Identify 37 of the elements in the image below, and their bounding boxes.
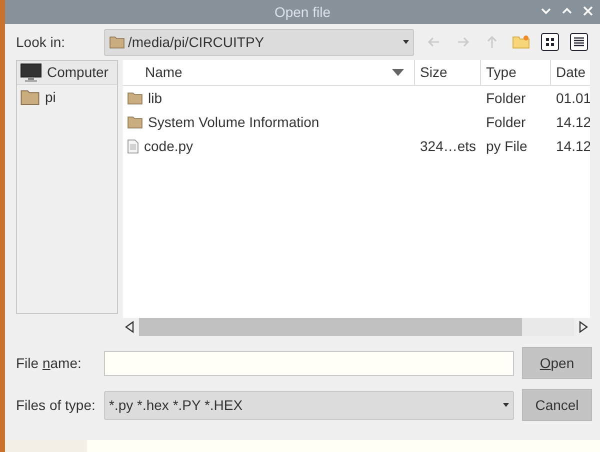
date-cell: 14.12: [556, 138, 590, 154]
cancel-button[interactable]: Cancel: [522, 389, 592, 421]
column-header[interactable]: Date: [550, 60, 590, 85]
folder-icon: [20, 88, 40, 106]
places-item[interactable]: Computer: [17, 61, 117, 85]
column-header[interactable]: Name: [123, 60, 414, 85]
look-in-dropdown[interactable]: /media/pi/CIRCUITPY: [104, 28, 414, 56]
file-name-field[interactable]: [104, 350, 514, 376]
caret-icon: [503, 403, 509, 407]
document-icon: [127, 138, 139, 154]
folder-icon: [127, 91, 143, 105]
column-header[interactable]: Type: [480, 60, 550, 85]
close-icon[interactable]: [582, 5, 594, 17]
files-of-type-label: Files of type:: [16, 396, 96, 415]
date-cell: 14.12: [556, 114, 590, 130]
file-name-label: File name:: [16, 354, 82, 372]
date-cell: 01.01: [556, 90, 590, 106]
list-view-icon[interactable]: [569, 32, 589, 52]
folder-icon: [109, 35, 125, 49]
file-name-cell[interactable]: System Volume Information: [148, 112, 320, 132]
column-header[interactable]: Size: [414, 60, 480, 85]
file-name-cell[interactable]: lib: [148, 88, 162, 108]
open-button[interactable]: Open: [522, 347, 592, 379]
file-name-cell[interactable]: code.py: [144, 136, 194, 156]
places-item[interactable]: pi: [17, 85, 117, 109]
type-cell: py File: [486, 138, 528, 154]
grid-view-icon[interactable]: [540, 32, 560, 52]
type-cell: Folder: [486, 114, 526, 130]
caret-icon: [403, 40, 409, 44]
type-cell: Folder: [486, 90, 526, 106]
folder-icon: [127, 115, 143, 129]
size-cell: 324…ets: [420, 138, 476, 154]
sort-caret-icon: [392, 69, 404, 76]
window-title: Open file: [274, 2, 331, 22]
look-in-label: Look in:: [16, 32, 66, 52]
monitor-icon: [20, 62, 42, 82]
file-type-dropdown[interactable]: *.py *.hex *.PY *.HEX: [104, 390, 514, 420]
